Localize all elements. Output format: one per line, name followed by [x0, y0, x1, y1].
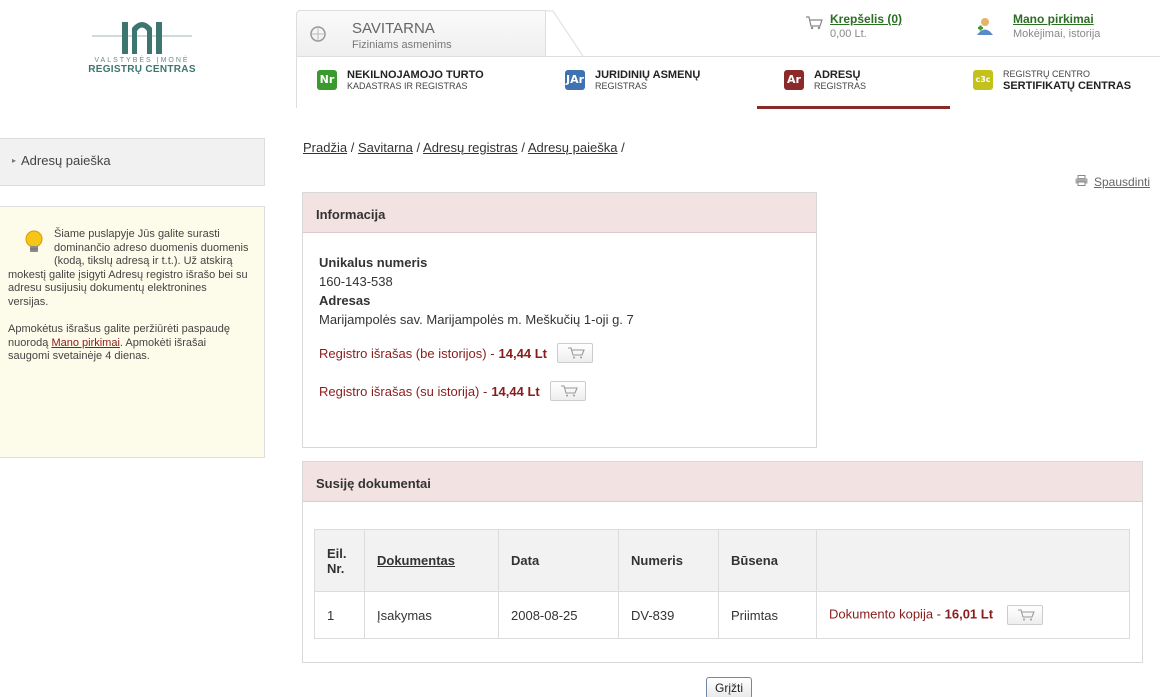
tab-edge — [545, 10, 584, 56]
chevron-right-icon: ▸ — [12, 156, 17, 165]
cart-amount: 0,00 Lt. — [830, 28, 867, 40]
cell-number: DV-839 — [618, 591, 719, 639]
sidebar-item-address-search[interactable]: ▸ Adresų paieška — [0, 138, 265, 186]
sidebar-info: Šiame puslapyje Jūs galite surasti domin… — [0, 206, 265, 458]
real-estate-icon: Nr — [317, 70, 337, 90]
print-link[interactable]: Spausdinti — [1075, 175, 1150, 189]
registers-nav: Nr NEKILNOJAMOJO TURTO KADASTRAS IR REGI… — [296, 56, 1160, 109]
printer-icon — [1075, 175, 1088, 186]
col-buy — [816, 529, 1130, 592]
breadcrumb-sep: / — [350, 140, 355, 155]
nav-certificates-top: REGISTRŲ CENTRO — [1003, 69, 1091, 79]
related-documents-title: Susiję dokumentai — [303, 462, 1142, 502]
nav-legal-entities-sub: REGISTRAS — [595, 81, 648, 91]
unique-number-value: 160-143-538 — [319, 274, 393, 289]
nav-addresses-sub: REGISTRAS — [814, 81, 867, 91]
cart-icon — [560, 385, 578, 397]
back-button[interactable]: Grįžti — [706, 677, 752, 697]
addresses-icon: Ar — [784, 70, 804, 90]
nav-real-estate-sub: KADASTRAS IR REGISTRAS — [347, 81, 468, 91]
document-copy-label: Dokumento kopija - — [829, 606, 941, 622]
lightbulb-icon — [25, 230, 43, 252]
nav-certificates-title: SERTIFIKATŲ CENTRAS — [1003, 80, 1132, 92]
breadcrumb-savitarna[interactable]: Savitarna — [358, 140, 413, 155]
address-label: Adresas — [319, 293, 371, 308]
cart-icon — [567, 347, 585, 359]
legal-entities-icon: JAr — [565, 70, 585, 90]
savitarna-icon — [310, 26, 326, 42]
nav-legal-entities-title: JURIDINIŲ ASMENŲ — [595, 69, 701, 81]
cell-date: 2008-08-25 — [498, 591, 619, 639]
extract-with-history-price: 14,44 Lt — [491, 383, 540, 399]
sidebar-info-text: Šiame puslapyje Jūs galite surasti domin… — [8, 228, 249, 308]
breadcrumb-home[interactable]: Pradžia — [303, 140, 347, 155]
extract-no-history-label: Registro išrašas (be istorijos) - — [319, 345, 495, 361]
print-label: Spausdinti — [1094, 175, 1151, 189]
cart-icon — [806, 16, 823, 30]
documents-table: Eil. Nr. Dokumentas Data Numeris Būsena … — [314, 529, 1130, 639]
cart-label[interactable]: Krepšelis (0) — [830, 12, 902, 26]
sidebar-info-text-2: Apmokėtus išrašus galite peržiūrėti pasp… — [8, 323, 250, 364]
sidebar-item-label: Adresų paieška — [21, 153, 111, 168]
col-number: Numeris — [618, 529, 719, 592]
breadcrumb-sep: / — [621, 140, 625, 155]
add-to-cart-button[interactable] — [549, 381, 586, 401]
col-document[interactable]: Dokumentas — [364, 529, 499, 592]
user-icon — [977, 18, 993, 35]
col-date: Data — [498, 529, 619, 592]
my-purchases-subtitle: Mokėjimai, istorija — [1013, 28, 1101, 40]
nav-real-estate-title: NEKILNOJAMOJO TURTO — [347, 69, 484, 81]
table-row: 1 Įsakymas 2008-08-25 DV-839 Priimtas Do… — [314, 591, 1130, 639]
savitarna-subtitle: Fiziniams asmenims — [352, 39, 452, 51]
extract-no-history-price: 14,44 Lt — [498, 345, 547, 361]
extract-no-history: Registro išrašas (be istorijos) - 14,44 … — [319, 343, 800, 363]
col-status: Būsena — [718, 529, 817, 592]
certificates-icon: c3c — [973, 70, 993, 90]
breadcrumb-sep: / — [416, 140, 421, 155]
cell-document: Įsakymas — [364, 591, 499, 639]
logo-line2: REGISTRŲ CENTRAS — [88, 64, 196, 75]
address-value: Marijampolės sav. Marijampolės m. Meškuč… — [319, 312, 634, 327]
breadcrumb: Pradžia / Savitarna / Adresų registras /… — [303, 140, 625, 155]
add-to-cart-button[interactable] — [1006, 605, 1043, 625]
logo[interactable]: VALSTYBĖS ĮMONĖ REGISTRŲ CENTRAS — [82, 14, 202, 86]
breadcrumb-address-register[interactable]: Adresų registras — [423, 140, 518, 155]
my-purchases-label[interactable]: Mano pirkimai — [1013, 12, 1094, 26]
add-to-cart-button[interactable] — [556, 343, 593, 363]
cell-status: Priimtas — [718, 591, 817, 639]
document-copy-price: 16,01 Lt — [944, 606, 994, 622]
cell-buy: Dokumento kopija - 16,01 Lt — [816, 591, 1130, 639]
savitarna-tab[interactable]: SAVITARNA Fiziniams asmenims — [296, 10, 546, 56]
my-purchases-inline-link[interactable]: Mano pirkimai — [51, 337, 119, 349]
information-panel: Informacija Unikalus numeris 160-143-538… — [302, 192, 817, 448]
cell-nr: 1 — [314, 591, 365, 639]
related-documents-panel: Susiję dokumentai Eil. Nr. Dokumentas Da… — [302, 461, 1143, 663]
savitarna-title: SAVITARNA — [352, 20, 435, 37]
col-nr: Eil. Nr. — [314, 529, 365, 592]
breadcrumb-sep: / — [521, 140, 525, 155]
logo-line1: VALSTYBĖS ĮMONĖ — [94, 57, 190, 64]
information-title: Informacija — [303, 193, 816, 233]
cart-icon — [1017, 609, 1035, 621]
extract-with-history-label: Registro išrašas (su istorija) - — [319, 383, 488, 399]
unique-number-label: Unikalus numeris — [319, 255, 428, 270]
breadcrumb-address-search[interactable]: Adresų paieška — [528, 140, 618, 155]
nav-addresses-title: ADRESŲ — [814, 69, 861, 81]
registru-centras-logo-icon — [92, 22, 192, 54]
extract-with-history: Registro išrašas (su istorija) - 14,44 L… — [319, 381, 800, 401]
